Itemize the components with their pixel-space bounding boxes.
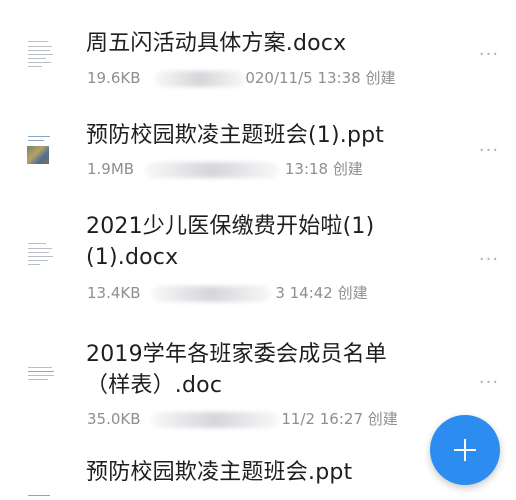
file-size: 1.9MB — [87, 160, 135, 178]
more-horizontal-icon[interactable]: ··· — [476, 45, 502, 65]
doc-thumbnail-icon — [26, 240, 54, 272]
file-name: 2021少儿医保缴费开始啦(1)(1).docx — [86, 214, 375, 270]
file-date: 11/2 16:27 — [281, 410, 363, 428]
file-date: 13:18 — [284, 160, 329, 178]
file-date: 3 14:42 — [275, 284, 333, 302]
more-horizontal-icon[interactable]: ··· — [476, 250, 502, 270]
file-row[interactable]: 预防校园欺凌主题班会(1).ppt 1.9MB 13:18 创建 ··· — [0, 110, 516, 202]
ppt-thumbnail-icon — [26, 134, 54, 166]
file-action: 创建 — [367, 410, 398, 428]
doc-thumbnail-icon — [26, 38, 54, 70]
file-meta: 35.0KB 11/2 16:27 创建 — [87, 408, 398, 429]
file-date: 020/11/5 13:38 — [245, 69, 361, 87]
redacted-area — [144, 161, 279, 178]
file-size: 13.4KB — [87, 284, 141, 302]
file-meta: 19.6KB 020/11/5 13:38 创建 — [87, 67, 395, 88]
ppt-thumbnail-icon — [26, 492, 54, 500]
file-size: 35.0KB — [87, 410, 141, 428]
file-meta: 13.4KB 3 14:42 创建 — [87, 282, 368, 303]
file-row[interactable]: 周五闪活动具体方案.docx 19.6KB 020/11/5 13:38 创建 … — [0, 0, 516, 110]
file-name: 预防校园欺凌主题班会.ppt — [86, 460, 353, 485]
more-horizontal-icon[interactable]: ··· — [476, 141, 502, 161]
more-horizontal-icon[interactable]: ··· — [476, 373, 502, 393]
file-name: 周五闪活动具体方案.docx — [86, 31, 347, 56]
doc-thumbnail-icon — [26, 364, 54, 384]
redacted-area — [151, 285, 272, 302]
file-size: 19.6KB — [87, 69, 141, 87]
file-name: 预防校园欺凌主题班会(1).ppt — [86, 123, 385, 148]
file-meta: 1.9MB 13:18 创建 — [87, 158, 363, 179]
add-fab-button[interactable] — [430, 415, 500, 485]
redacted-area — [155, 70, 246, 87]
redacted-area — [151, 411, 280, 428]
file-action: 创建 — [332, 160, 363, 178]
file-action: 创建 — [337, 284, 368, 302]
file-action: 创建 — [365, 69, 396, 87]
file-name: 2019学年各班家委会成员名单（样表）.doc — [86, 342, 387, 398]
file-row[interactable]: 2021少儿医保缴费开始啦(1)(1).docx 13.4KB 3 14:42 … — [0, 202, 516, 310]
